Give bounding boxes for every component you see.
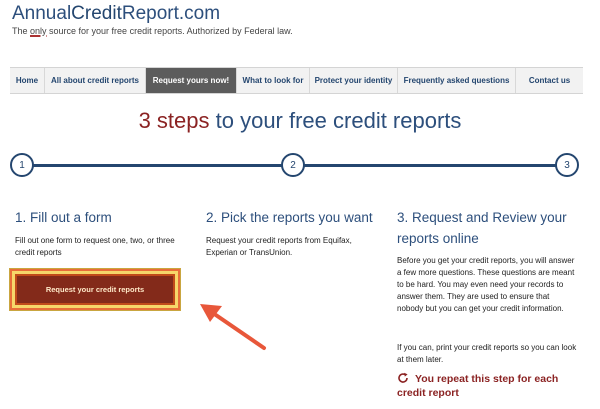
step-1-circle: 1 — [10, 153, 34, 177]
step-3-title: 3. Request and Review your reports onlin… — [397, 210, 567, 246]
nav-item-what-to-look-for[interactable]: What to look for — [237, 68, 310, 93]
logo-part-credit: Credit — [71, 3, 122, 24]
site-logo[interactable]: AnnualCreditReport.com — [12, 3, 220, 25]
nav-item-home[interactable]: Home — [10, 68, 45, 93]
tagline-post: source for your free credit reports. Aut… — [46, 26, 293, 36]
nav-item-request-now[interactable]: Request yours now! — [146, 68, 237, 93]
nav-item-protect-identity[interactable]: Protect your identity — [310, 68, 398, 93]
page-title-accent: 3 steps — [138, 108, 210, 133]
page-title: 3 steps to your free credit reports — [0, 108, 600, 134]
nav-item-faq[interactable]: Frequently asked questions — [398, 68, 516, 93]
step-1-text: Fill out one form to request one, two, o… — [15, 236, 175, 257]
logo-part-report: Report.com — [121, 3, 221, 24]
refresh-icon — [398, 372, 408, 383]
cta-highlight-box: Request your credit reports — [9, 268, 181, 311]
tagline-only: only — [30, 26, 47, 36]
tagline: The only source for your free credit rep… — [12, 26, 293, 36]
step-3-text: Before you get your credit reports, you … — [397, 256, 575, 313]
step-2-circle: 2 — [281, 153, 305, 177]
step-1-title: 1. Fill out a form — [15, 210, 112, 225]
request-credit-reports-button[interactable]: Request your credit reports — [15, 274, 175, 305]
step-3-circle: 3 — [555, 153, 579, 177]
arrow-pointer-icon — [200, 304, 266, 350]
step-2-title: 2. Pick the reports you want — [206, 210, 373, 225]
nav-item-about-credit-reports[interactable]: All about credit reports — [45, 68, 146, 93]
step-3-text-print: If you can, print your credit reports so… — [397, 343, 577, 364]
repeat-note: You repeat this step for each credit rep… — [397, 372, 577, 400]
logo-part-annual: Annual — [12, 3, 72, 24]
nav-item-contact[interactable]: Contact us — [516, 68, 583, 93]
step-2-text: Request your credit reports from Equifax… — [206, 236, 352, 257]
page-title-rest: to your free credit reports — [209, 108, 462, 133]
repeat-note-text: You repeat this step for each credit rep… — [397, 373, 559, 399]
main-nav: Home All about credit reports Request yo… — [10, 67, 583, 94]
tagline-pre: The — [12, 26, 31, 36]
